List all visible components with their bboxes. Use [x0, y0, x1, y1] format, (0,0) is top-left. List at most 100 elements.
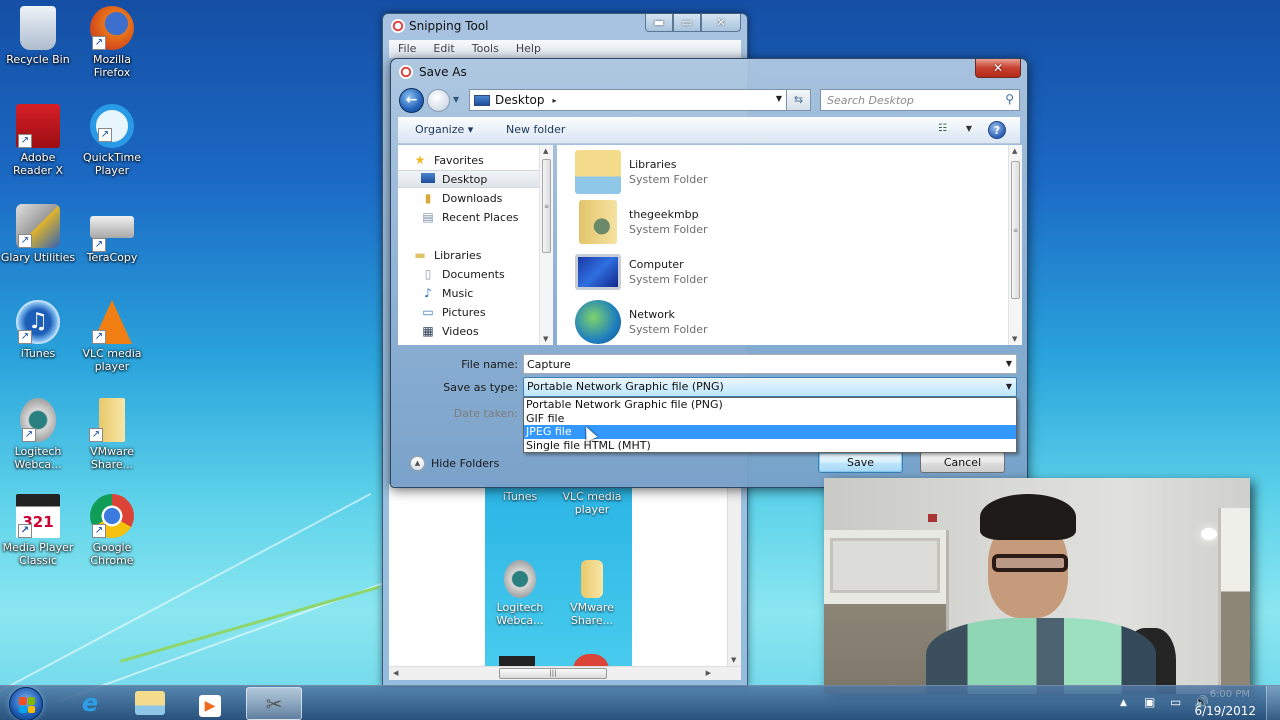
nav-scroll-thumb[interactable]: ≡ [542, 159, 551, 253]
view-dropdown-icon[interactable]: ▼ [966, 124, 972, 133]
address-bar[interactable]: Desktop ▸ ▼ [469, 89, 787, 111]
shortcut-arrow-icon: ↗ [18, 234, 32, 248]
search-box[interactable]: ⚲ [820, 89, 1020, 111]
file-name-field[interactable]: ▼ [523, 354, 1017, 374]
desktop-icon-logitech-webcam[interactable]: ↗ Logitech Webca... [0, 398, 76, 471]
windows-logo-icon [19, 697, 35, 713]
menu-edit[interactable]: Edit [424, 40, 462, 58]
teracopy-icon: ↗ [90, 216, 134, 252]
list-item-user-folder[interactable]: thegeekmbp System Folder [575, 199, 708, 245]
dialog-close-button[interactable]: ✕ [975, 59, 1021, 78]
scroll-up-arrow[interactable]: ▲ [543, 147, 548, 155]
list-item-libraries[interactable]: Libraries System Folder [575, 149, 708, 195]
taskbar-windows-explorer[interactable] [122, 687, 178, 720]
chevron-down-icon[interactable]: ▼ [1006, 382, 1012, 391]
taskbar-media-player[interactable]: ▶ [182, 687, 238, 720]
start-button[interactable] [9, 687, 43, 720]
desktop-icon-label: QuickTime Player [82, 151, 142, 177]
clock-time[interactable]: 6:00 PM [1210, 689, 1250, 700]
clock-date[interactable]: 6/19/2012 [1194, 704, 1256, 718]
libraries-icon: ▬ [414, 248, 426, 262]
scroll-up-arrow[interactable]: ▲ [1012, 147, 1017, 155]
nav-pane-scrollbar[interactable]: ▲ ≡ ▼ [539, 145, 553, 345]
desktop-icon-chrome[interactable]: ↗ Google Chrome [74, 494, 150, 567]
show-desktop-button[interactable] [1266, 686, 1280, 720]
menu-tools[interactable]: Tools [463, 40, 507, 58]
desktop-icon-teracopy[interactable]: ↗ TeraCopy [74, 204, 150, 264]
desktop-icon-label: Adobe Reader X [13, 151, 63, 177]
type-option-mht[interactable]: Single file HTML (MHT) [524, 439, 1016, 453]
nav-item-recent-places[interactable]: ▤ Recent Places [398, 208, 539, 226]
forward-button[interactable] [427, 89, 450, 112]
organize-button[interactable]: Organize ▾ [415, 123, 473, 136]
chrome-icon: ↗ [90, 494, 134, 538]
type-option-jpeg[interactable]: JPEG file [524, 425, 1016, 439]
show-hidden-icons-arrow[interactable]: ▲ [1120, 698, 1127, 708]
hide-folders-button[interactable]: ▲ Hide Folders [410, 456, 499, 471]
scroll-left-arrow[interactable]: ◀ [393, 669, 398, 677]
type-option-png[interactable]: Portable Network Graphic file (PNG) [524, 398, 1016, 412]
cancel-button[interactable]: Cancel [920, 452, 1005, 473]
vlc-icon: ↗ [92, 300, 132, 344]
type-option-gif[interactable]: GIF file [524, 412, 1016, 426]
desktop-icon-recycle-bin[interactable]: Recycle Bin [0, 6, 76, 66]
desktop-icon-quicktime[interactable]: ↗ QuickTime Player [74, 104, 150, 177]
close-button[interactable]: ✕ [701, 14, 741, 32]
network-status-icon[interactable]: ▭ [1170, 695, 1181, 709]
file-name-input[interactable] [524, 355, 994, 373]
maximize-button[interactable]: ▭ [673, 14, 701, 32]
desktop-icon-glary-utilities[interactable]: ↗ Glary Utilities [0, 204, 76, 264]
nav-item-videos[interactable]: ▦ Videos [398, 322, 539, 340]
date-taken-label: Date taken: [453, 407, 518, 420]
nav-item-pictures[interactable]: ▭ Pictures [398, 303, 539, 321]
taskbar-snipping-tool[interactable]: ✂ [246, 687, 302, 720]
scissors-icon: ✂ [265, 692, 283, 716]
command-toolbar: Organize ▾ New folder ☷ ▼ ? [398, 117, 1020, 144]
scroll-down-arrow[interactable]: ▼ [1012, 335, 1017, 343]
desktop-icon-vlc[interactable]: ↗ VLC media player [74, 300, 150, 373]
desktop-icon-label: Media Player Classic [2, 541, 74, 567]
search-input[interactable] [821, 90, 991, 110]
breadcrumb-chevron-icon[interactable]: ▸ [553, 96, 557, 105]
recent-locations-dropdown[interactable]: ▼ [453, 95, 459, 104]
action-center-icon[interactable]: ▣ [1144, 695, 1155, 709]
desktop-icon-adobe-reader[interactable]: ↗ Adobe Reader X [0, 104, 76, 177]
change-view-icon[interactable]: ☷ [938, 123, 954, 137]
nav-favorites-header[interactable]: ★ Favorites [398, 151, 539, 169]
taskbar-internet-explorer[interactable]: e [62, 687, 118, 720]
back-button[interactable]: ← [399, 88, 424, 113]
nav-libraries-header[interactable]: ▬ Libraries [398, 246, 539, 264]
vertical-scrollbar[interactable]: ▼ [727, 484, 741, 666]
scroll-down-arrow[interactable]: ▼ [543, 335, 548, 343]
new-folder-button[interactable]: New folder [506, 123, 565, 136]
shortcut-arrow-icon: ↗ [18, 330, 32, 344]
address-location[interactable]: Desktop [495, 93, 545, 107]
desktop-icon-itunes[interactable]: ♫ ↗ iTunes [0, 300, 76, 360]
nav-item-desktop[interactable]: Desktop [398, 170, 539, 188]
desktop-icon-vmware-share[interactable]: ↗ VMware Share... [74, 398, 150, 471]
scroll-down-arrow[interactable]: ▼ [731, 656, 736, 664]
menu-help[interactable]: Help [507, 40, 549, 58]
shortcut-arrow-icon: ↗ [22, 428, 36, 442]
file-name-dropdown-icon[interactable]: ▼ [1006, 359, 1012, 368]
nav-item-downloads[interactable]: ▮ Downloads [398, 189, 539, 207]
menu-file[interactable]: File [389, 40, 424, 58]
file-list-scroll-thumb[interactable]: ≡ [1011, 161, 1020, 299]
nav-item-documents[interactable]: ▯ Documents [398, 265, 539, 283]
save-as-type-select[interactable]: Portable Network Graphic file (PNG) ▼ [523, 377, 1017, 397]
address-dropdown-icon[interactable]: ▼ [776, 94, 782, 103]
file-list-scrollbar[interactable]: ▲ ≡ ▼ [1008, 145, 1022, 345]
search-icon[interactable]: ⚲ [1005, 92, 1014, 106]
horizontal-scroll-thumb[interactable]: ||| [499, 668, 607, 679]
list-item-network[interactable]: Network System Folder [575, 299, 708, 345]
scroll-right-arrow[interactable]: ▶ [706, 669, 711, 677]
horizontal-scrollbar[interactable]: ◀ ||| ▶ [389, 666, 741, 680]
save-button[interactable]: Save [818, 452, 903, 473]
desktop-icon-firefox[interactable]: ↗ Mozilla Firefox [74, 6, 150, 79]
list-item-computer[interactable]: Computer System Folder [575, 249, 708, 295]
minimize-button[interactable]: ▬ [645, 14, 673, 32]
nav-item-music[interactable]: ♪ Music [398, 284, 539, 302]
help-button[interactable]: ? [988, 121, 1006, 139]
refresh-button[interactable]: ⇆ [787, 89, 811, 111]
desktop-icon-media-player-classic[interactable]: 321 ↗ Media Player Classic [0, 494, 76, 567]
